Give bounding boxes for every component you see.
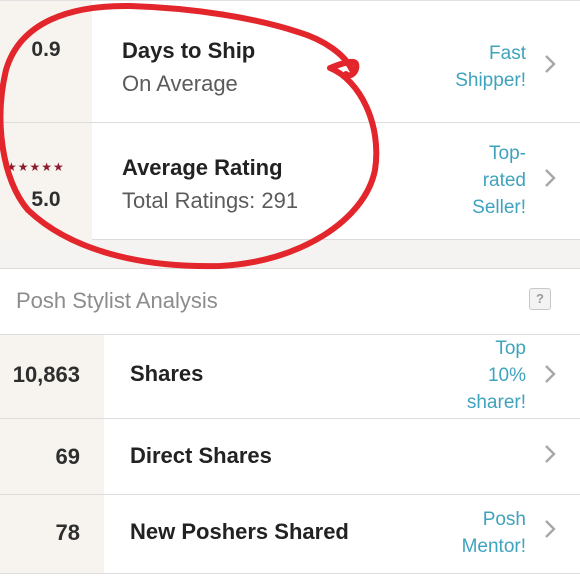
days-to-ship-value: 0.9: [31, 38, 61, 61]
section-title: Posh Stylist Analysis: [16, 288, 218, 313]
new-poshers-shared-row[interactable]: 78 New Poshers Shared Posh Mentor!: [0, 494, 580, 574]
badge-line: Top-: [489, 143, 526, 164]
badge-line: Fast: [489, 43, 526, 64]
new-poshers-value: 78: [55, 520, 80, 545]
shares-row[interactable]: 10,863 Shares Top 10% sharer!: [0, 334, 580, 418]
badge-line: Posh: [482, 509, 526, 530]
average-rating-value-cell: [0, 123, 92, 240]
top-rated-badge: Top- rated Seller!: [472, 140, 526, 221]
total-ratings-text: Total Ratings: 291: [122, 188, 299, 213]
fast-shipper-badge: Fast Shipper!: [455, 40, 526, 94]
top-sharer-badge: Top 10% sharer!: [467, 335, 526, 416]
badge-line: Mentor!: [461, 536, 526, 557]
chevron-right-icon[interactable]: [542, 167, 558, 189]
posh-mentor-badge: Posh Mentor!: [462, 506, 526, 560]
direct-shares-label: Direct Shares: [130, 443, 272, 468]
average-rating-value: 5.0: [31, 188, 61, 211]
average-rating-row[interactable]: 5.0 Average Rating Total Ratings: 291 To…: [0, 122, 580, 240]
new-poshers-label: New Poshers Shared: [130, 519, 349, 544]
chevron-right-icon[interactable]: [542, 443, 558, 465]
days-to-ship-subtitle: On Average: [122, 71, 238, 96]
chevron-right-icon[interactable]: [542, 53, 558, 75]
average-rating-title: Average Rating: [122, 155, 283, 180]
badge-line: rated: [482, 170, 526, 191]
star-rating-icon: ★★★★★: [6, 160, 65, 174]
chevron-right-icon[interactable]: [542, 518, 558, 540]
shares-label: Shares: [130, 361, 204, 386]
badge-line: Seller!: [472, 197, 526, 218]
days-to-ship-row[interactable]: 0.9 Days to Ship On Average Fast Shipper…: [0, 0, 580, 122]
badge-line: 10%: [487, 365, 526, 386]
chevron-right-icon[interactable]: [542, 363, 558, 385]
days-to-ship-title: Days to Ship: [122, 38, 256, 63]
direct-shares-row[interactable]: 69 Direct Shares: [0, 418, 580, 494]
direct-shares-value: 69: [55, 444, 80, 469]
stylist-analysis-header: Posh Stylist Analysis: [0, 268, 580, 334]
badge-line: Top: [495, 338, 526, 359]
help-icon[interactable]: ?: [529, 288, 551, 310]
badge-line: Shipper!: [455, 70, 526, 91]
shares-value: 10,863: [12, 362, 80, 387]
badge-line: sharer!: [466, 392, 526, 413]
seller-stats-card: 0.9 Days to Ship On Average Fast Shipper…: [0, 0, 580, 240]
